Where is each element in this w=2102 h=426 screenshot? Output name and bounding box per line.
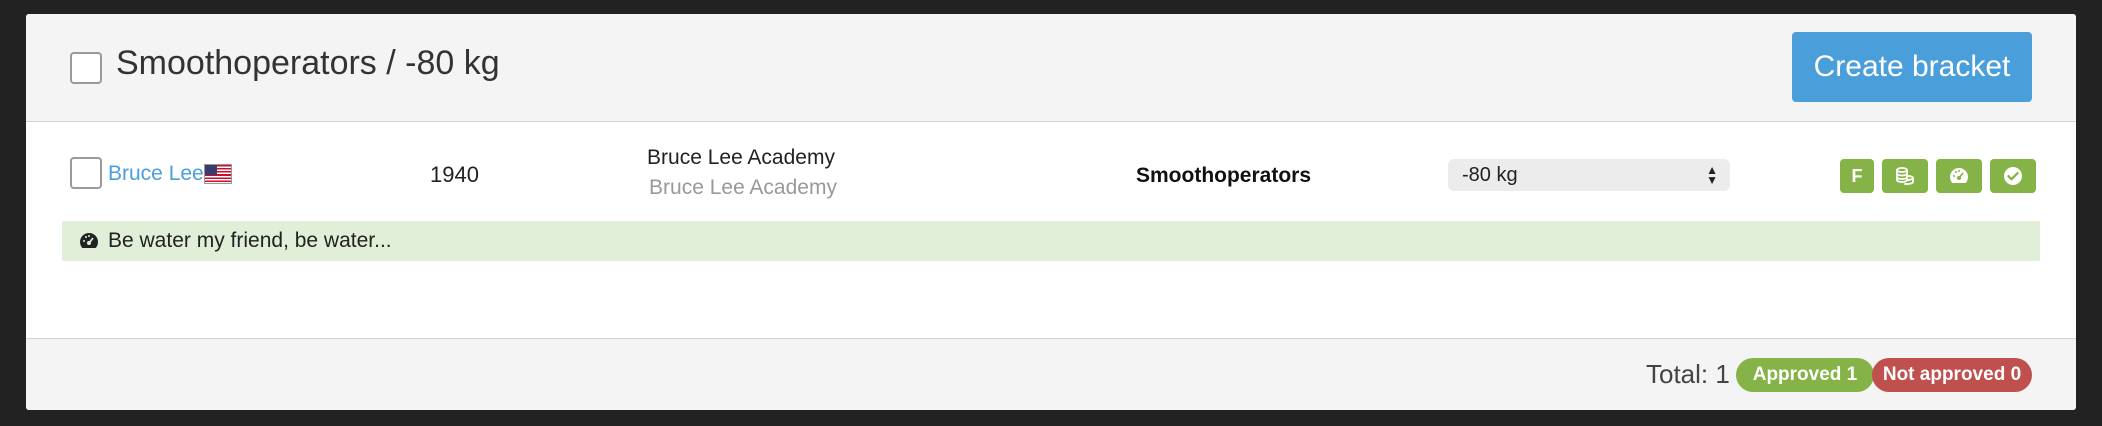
competitor-note: Be water my friend, be water... — [62, 221, 2040, 261]
approved-badge: Approved 1 — [1736, 358, 1874, 392]
division-panel: Smoothoperators / -80 kg Create bracket … — [26, 14, 2076, 410]
competitor-row: Bruce Lee 1940 Bruce Lee Academy Bruce L… — [26, 122, 2076, 234]
coins-icon — [1896, 167, 1914, 185]
gauge-icon — [80, 233, 98, 248]
coins-button[interactable] — [1882, 159, 1928, 193]
us-flag-icon — [204, 164, 232, 184]
total-count: Total: 1 — [1646, 359, 1730, 389]
club-subtitle: Bruce Lee Academy — [649, 176, 837, 199]
panel-footer: Total: 1 Approved 1 Not approved 0 — [26, 338, 2076, 410]
team-name: Smoothoperators — [1136, 164, 1312, 187]
not-approved-badge: Not approved 0 — [1872, 358, 2032, 392]
select-arrows-icon: ▲ ▼ — [1706, 163, 1718, 187]
note-text: Be water my friend, be water... — [108, 229, 392, 252]
create-bracket-button[interactable]: Create bracket — [1792, 32, 2032, 102]
club-name: Bruce Lee Academy — [647, 146, 835, 169]
competitor-name-link[interactable]: Bruce Lee — [108, 162, 204, 186]
check-circle-icon — [2004, 167, 2022, 185]
panel-header: Smoothoperators / -80 kg Create bracket — [26, 14, 2076, 122]
f-button[interactable]: F — [1840, 159, 1874, 193]
approve-button[interactable] — [1990, 159, 2036, 193]
gauge-button[interactable] — [1936, 159, 1982, 193]
weight-class-value: -80 kg — [1462, 164, 1518, 186]
select-all-checkbox[interactable] — [70, 52, 102, 84]
weight-class-select[interactable]: -80 kg ▲ ▼ — [1448, 159, 1730, 191]
gauge-icon — [1950, 168, 1968, 183]
competitor-checkbox[interactable] — [70, 157, 102, 189]
birth-year: 1940 — [430, 162, 479, 187]
division-title: Smoothoperators / -80 kg — [116, 44, 500, 82]
